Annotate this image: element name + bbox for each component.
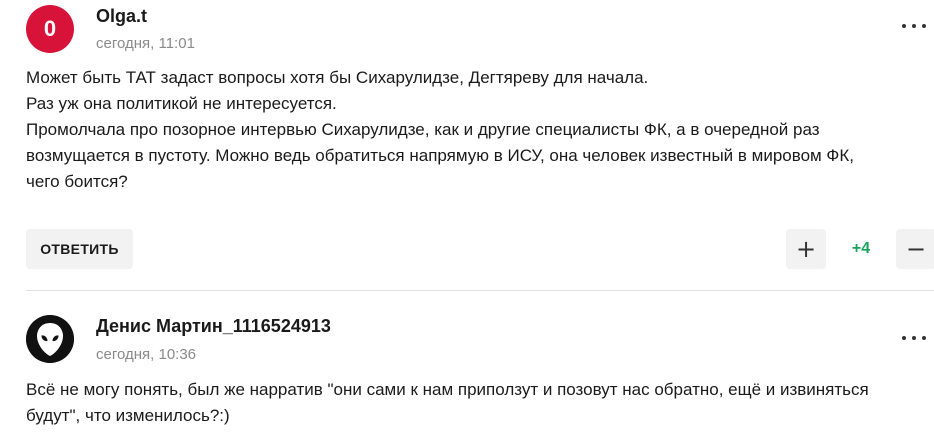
rating-count: +4 [851, 240, 871, 257]
more-options-icon[interactable] [898, 16, 930, 36]
avatar-letter: 0 [43, 16, 57, 41]
username[interactable]: Olga.t [96, 6, 147, 27]
timestamp: сегодня, 11:01 [96, 35, 195, 52]
timestamp: сегодня, 10:36 [96, 346, 197, 363]
username[interactable]: Денис Мартин_1116524913 [96, 316, 331, 337]
upvote-button[interactable]: + [786, 229, 826, 269]
comment-body: Может быть ТАТ задаст вопросы хотя бы Си… [26, 65, 916, 195]
more-options-icon[interactable] [898, 328, 930, 348]
comment-line: Промолчала про позорное интервью Сихарул… [26, 120, 820, 139]
comment-line: будут", что изменилось?:) [26, 406, 230, 425]
alien-icon [26, 315, 74, 363]
avatar[interactable]: 0 [26, 5, 74, 53]
comment-line: Всё не могу понять, был же нарратив "они… [26, 380, 869, 399]
comment-body: Всё не могу понять, был же нарратив "они… [26, 377, 916, 429]
reply-button[interactable]: ОТВЕТИТЬ [26, 229, 133, 269]
comment-divider [26, 290, 934, 291]
comment-line: возмущается в пустоту. Можно ведь обрати… [26, 146, 854, 165]
avatar[interactable] [26, 315, 74, 363]
downvote-button[interactable]: − [896, 229, 934, 269]
comment-line: Может быть ТАТ задаст вопросы хотя бы Си… [26, 68, 649, 87]
comment-line: чего боится? [26, 172, 128, 191]
comment-line: Раз уж она политикой не интересуется. [26, 94, 337, 113]
